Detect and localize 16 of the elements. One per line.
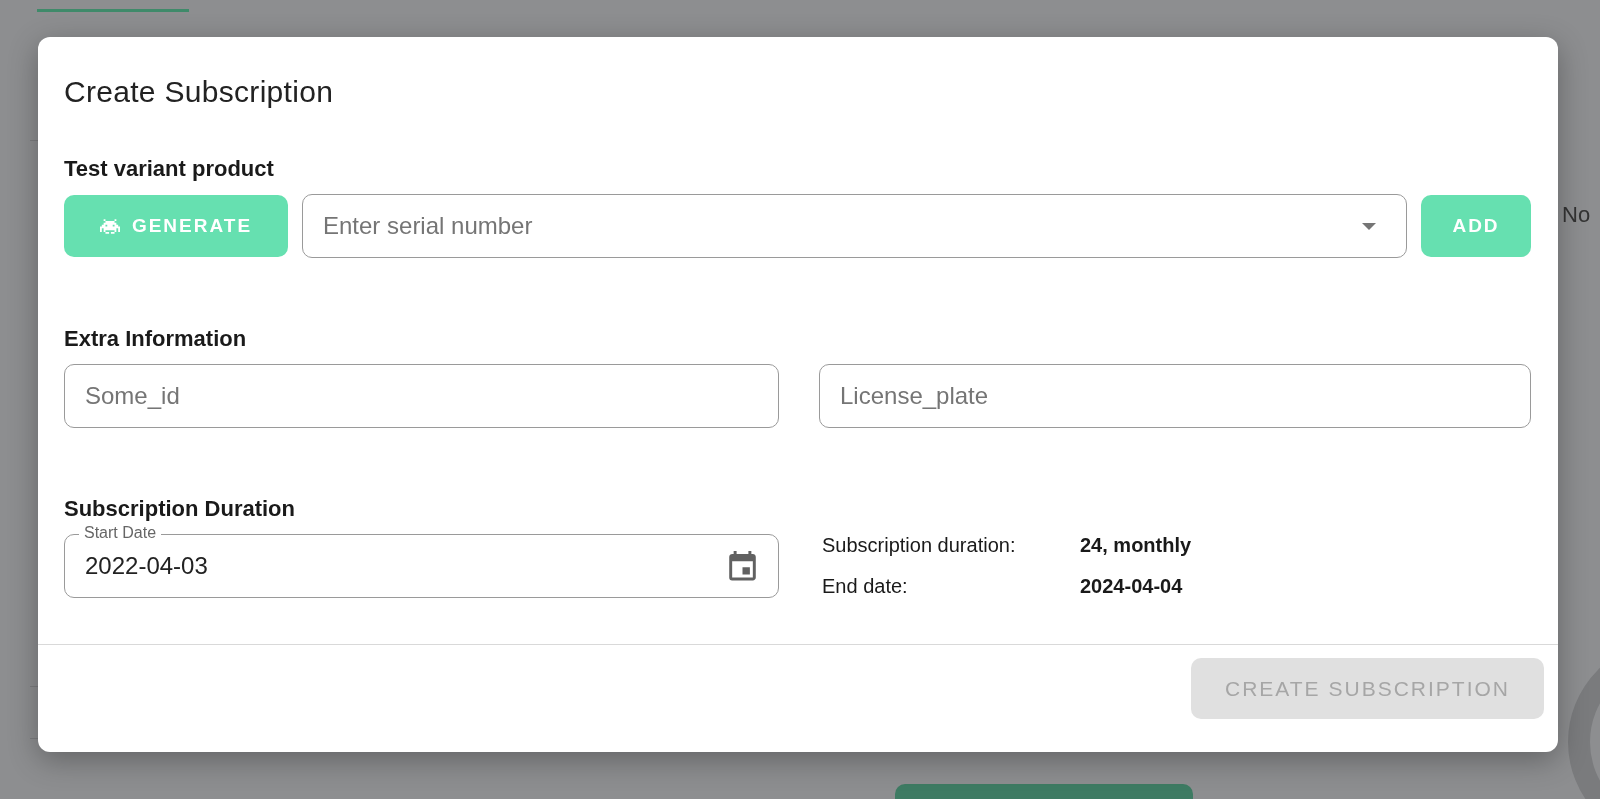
- space-invader-icon: [99, 218, 120, 234]
- summary-label: Subscription duration:: [822, 534, 1017, 557]
- text-input-field[interactable]: Some_id: [64, 364, 779, 428]
- calendar-icon: [729, 550, 756, 582]
- section-heading: Subscription Duration: [64, 496, 296, 522]
- text-input-field[interactable]: License_plate: [819, 364, 1531, 428]
- serial-number-dropdown[interactable]: Enter serial number: [302, 194, 1407, 258]
- empty-message: No: [1562, 202, 1591, 228]
- caret-icon: [1362, 222, 1376, 230]
- summary-value: 24, monthly: [1080, 534, 1193, 557]
- date-value: 2022-04-03: [84, 552, 209, 580]
- summary-label: End date:: [822, 575, 909, 598]
- summary-value: 2024-04-04: [1080, 575, 1184, 598]
- section-heading: Extra Information: [64, 326, 248, 352]
- dialog-title: Create Subscription: [64, 75, 335, 109]
- section-heading: Test variant product: [64, 156, 275, 182]
